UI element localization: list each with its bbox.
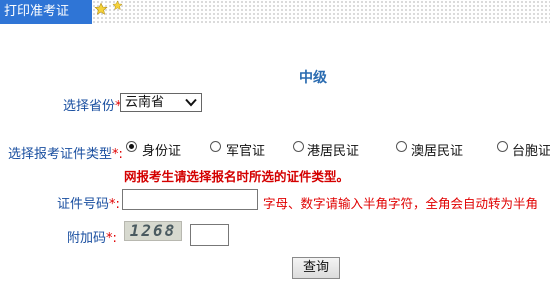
option-label: 澳居民证	[411, 144, 464, 159]
favorite-star-icon[interactable]	[94, 2, 108, 16]
option-label: 港居民证	[307, 144, 360, 159]
radio-macau-resident[interactable]	[396, 141, 407, 152]
star-icon[interactable]	[112, 0, 123, 11]
page-title: 中级	[299, 70, 327, 86]
tab-print-admission[interactable]: 打印准考证	[0, 0, 92, 24]
captcha-label: 附加码	[67, 231, 107, 246]
radio-officer-card[interactable]	[210, 141, 221, 152]
id-number-label-group: 证件号码*:	[57, 193, 120, 212]
query-button[interactable]: 查询	[292, 257, 340, 279]
id-number-input[interactable]	[122, 189, 258, 210]
captcha-label-group: 附加码*:	[67, 227, 117, 246]
province-label: 选择省份	[63, 99, 116, 114]
required-mark: *:	[109, 197, 120, 212]
province-select-value: 云南省	[125, 95, 165, 110]
option-label: 军官证	[226, 144, 266, 159]
captcha-input[interactable]	[190, 224, 229, 246]
id-number-label: 证件号码	[57, 197, 110, 212]
radio-hk-resident[interactable]	[293, 141, 304, 152]
province-label-group: 选择省份*:	[63, 95, 126, 114]
province-select[interactable]: 云南省	[120, 93, 202, 112]
captcha-image[interactable]: 1268	[124, 221, 182, 241]
id-type-label: 选择报考证件类型	[8, 147, 113, 162]
option-label: 台胞证	[512, 144, 550, 159]
chevron-down-icon	[185, 98, 197, 107]
id-number-hint: 字母、数字请输入半角字符，全角会自动转为半角	[263, 196, 539, 211]
id-type-label-group: 选择报考证件类型*:	[8, 143, 123, 162]
required-mark: *:	[112, 147, 123, 162]
id-type-warning: 网报考生请选择报名时所选的证件类型。	[124, 169, 350, 184]
radio-id-card[interactable]	[126, 141, 137, 152]
radio-taiwan-permit[interactable]	[497, 141, 508, 152]
option-label: 身份证	[142, 144, 182, 159]
required-mark: *:	[106, 231, 117, 246]
